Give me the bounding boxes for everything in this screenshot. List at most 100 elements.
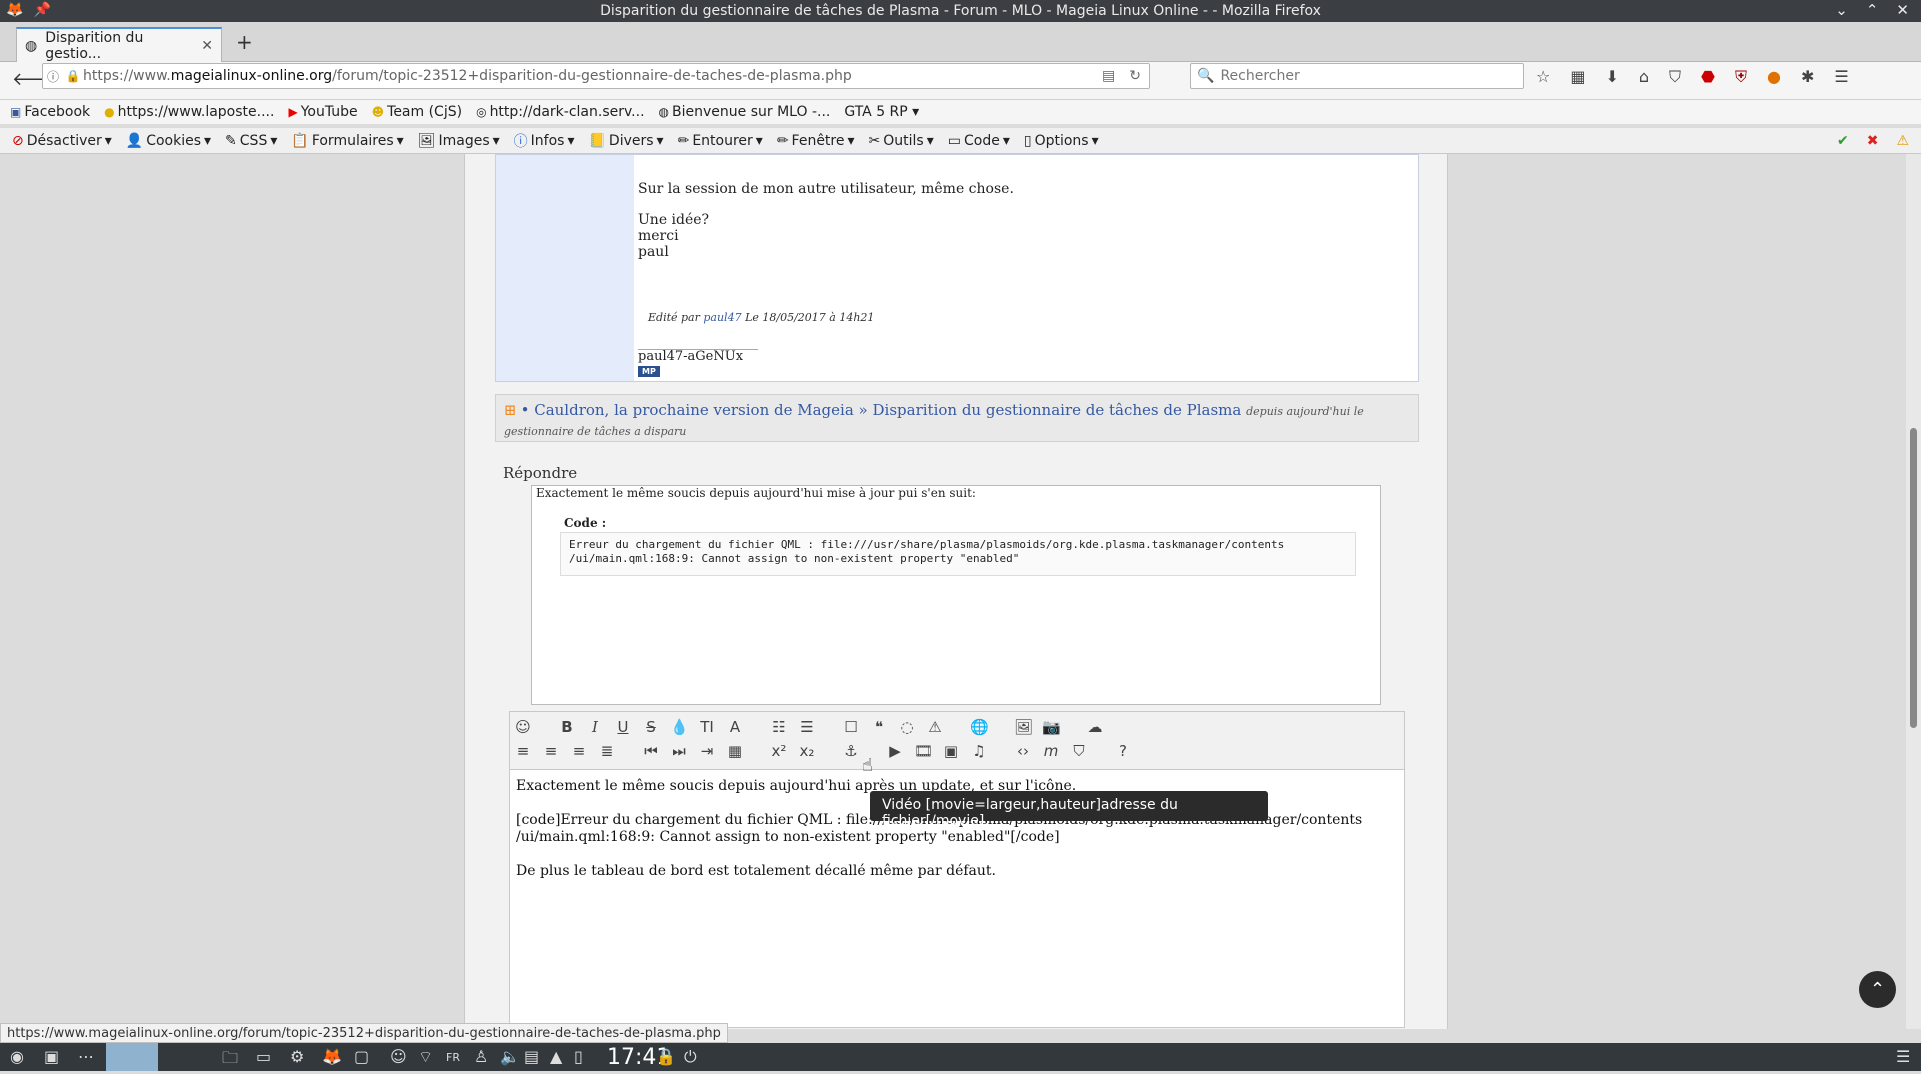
movie-icon[interactable]: 🎞 <box>914 742 933 760</box>
breadcrumb-forum[interactable]: Cauldron, la prochaine version de Mageia <box>534 401 854 419</box>
italic-icon[interactable]: I <box>586 718 604 736</box>
hide-icon[interactable]: ◌ <box>898 718 916 736</box>
dev-images[interactable]: 🖼 Images ▾ <box>418 133 500 149</box>
clipboard-icon[interactable]: ▤ <box>524 1047 539 1066</box>
keyboard-layout[interactable]: FR <box>446 1051 460 1064</box>
warning-icon[interactable]: ⚠ <box>1896 133 1909 149</box>
tab-active[interactable]: ◍ Disparition du gestio... ✕ <box>16 27 222 62</box>
dev-misc[interactable]: 📒 Divers ▾ <box>588 133 663 149</box>
align-center-icon[interactable]: ≡ <box>542 742 560 760</box>
scrollbar-thumb[interactable] <box>1910 428 1917 728</box>
scrollbar[interactable] <box>1906 154 1921 1029</box>
app-launcher-icon[interactable]: ◉ <box>10 1047 24 1066</box>
bookmark-team[interactable]: ☻ Team (CjS) <box>372 104 462 120</box>
globe-icon[interactable]: 🌐 <box>970 718 989 736</box>
discord-icon[interactable]: ☺ <box>390 1047 407 1066</box>
list-icon[interactable]: ☷ <box>770 718 788 736</box>
superscript-icon[interactable]: x² <box>770 742 788 760</box>
close-icon[interactable]: ✕ <box>1896 1 1909 19</box>
dev-infos[interactable]: ⓘ Infos ▾ <box>514 131 575 151</box>
bullet-list-icon[interactable]: ☰ <box>798 718 816 736</box>
help-icon[interactable]: ? <box>1114 742 1132 760</box>
plugin-icon[interactable]: ✱ <box>1801 67 1814 87</box>
bookmark-dark-clan[interactable]: ◎ http://dark-clan.serv... <box>476 104 644 120</box>
pocket-icon[interactable]: ⛉ <box>1669 67 1681 87</box>
table-icon[interactable]: ▦ <box>726 742 744 760</box>
math-icon[interactable]: m <box>1042 742 1060 760</box>
reader-view-icon[interactable]: ▤ <box>1102 68 1115 84</box>
dev-css[interactable]: ✎ CSS ▾ <box>225 133 277 149</box>
flash-icon[interactable]: ▶ <box>886 742 904 760</box>
scroll-to-top-button[interactable]: ⌃ <box>1859 971 1896 1008</box>
rss-icon[interactable]: ⊞ <box>504 401 517 419</box>
camera-icon[interactable]: 📷 <box>1042 718 1061 736</box>
dev-window[interactable]: ✏ Fenêtre ▾ <box>777 133 855 149</box>
indent-icon[interactable]: ⇥ <box>698 742 716 760</box>
image-icon[interactable]: 🖼 <box>1014 718 1033 736</box>
quote-icon[interactable]: ❝ <box>870 718 888 736</box>
terminal-icon[interactable]: ▭ <box>256 1047 271 1066</box>
color-icon[interactable]: 💧 <box>670 718 689 736</box>
float-right-icon[interactable]: ⏭ <box>670 742 688 760</box>
float-left-icon[interactable]: ⏮ <box>642 742 660 760</box>
extension-icon[interactable]: ● <box>1767 67 1781 87</box>
dev-options[interactable]: ▯ Options ▾ <box>1024 133 1099 149</box>
anchor-icon[interactable]: ⚓ <box>842 742 860 760</box>
pager[interactable] <box>106 1043 158 1071</box>
bookmark-gta[interactable]: GTA 5 RP ▾ <box>844 104 919 120</box>
warning-icon[interactable]: ⚠ <box>926 718 944 736</box>
tab-close-icon[interactable]: ✕ <box>201 38 213 54</box>
info-icon[interactable]: ⓘ <box>43 68 63 85</box>
search-bar[interactable]: 🔍 Rechercher <box>1190 63 1524 89</box>
justify-icon[interactable]: ≣ <box>598 742 616 760</box>
power-icon[interactable]: ⏻ <box>684 1047 697 1067</box>
strike-icon[interactable]: S <box>642 718 660 736</box>
square-icon[interactable]: ☐ <box>842 718 860 736</box>
window-icon[interactable]: ▢ <box>354 1047 369 1066</box>
youtube-icon[interactable]: ▣ <box>942 742 960 760</box>
adblock-icon[interactable]: ⬣ <box>1701 67 1715 87</box>
bookmark-mlo[interactable]: ◍ Bienvenue sur MLO -... <box>659 104 831 120</box>
library-icon[interactable]: ▦ <box>1570 67 1585 87</box>
html-icon[interactable]: ⛉ <box>1070 742 1088 760</box>
upload-icon[interactable]: ☁ <box>1086 718 1104 736</box>
bookmark-youtube[interactable]: ▶ YouTube <box>288 104 357 120</box>
dev-outline[interactable]: ✏ Entourer ▾ <box>678 133 763 149</box>
home-icon[interactable]: ⌂ <box>1639 67 1649 87</box>
settings-icon[interactable]: ⚙ <box>290 1047 304 1066</box>
bold-icon[interactable]: B <box>558 718 576 736</box>
mp-button[interactable]: MP <box>638 366 660 377</box>
wifi-icon[interactable]: ⌔ <box>418 1047 433 1067</box>
ublock-icon[interactable]: ⛨ <box>1735 67 1747 87</box>
font-icon[interactable]: A <box>726 718 744 736</box>
error-icon[interactable]: ✖ <box>1867 133 1879 149</box>
user-icon[interactable]: ♙ <box>474 1047 488 1066</box>
url-bar[interactable]: ⓘ 🔒 https://www. mageialinux-online.org/f… <box>42 63 1150 89</box>
bookmark-star-icon[interactable]: ☆ <box>1536 67 1550 87</box>
devices-icon[interactable]: ▯ <box>574 1047 583 1066</box>
dev-forms[interactable]: 📋 Formulaires ▾ <box>291 133 403 149</box>
align-right-icon[interactable]: ≡ <box>570 742 588 760</box>
taskbar-menu-icon[interactable]: ☰ <box>1896 1047 1910 1066</box>
dev-cookies[interactable]: 👤 Cookies ▾ <box>126 133 211 149</box>
maximize-icon[interactable]: ⌃ <box>1866 1 1879 19</box>
dev-tools[interactable]: ✂ Outils ▾ <box>869 133 934 149</box>
subscript-icon[interactable]: x₂ <box>798 742 816 760</box>
menu-icon[interactable]: ☰ <box>1834 67 1848 87</box>
sound-icon[interactable]: ♫ <box>970 742 988 760</box>
firefox-task-icon[interactable]: 🦊 <box>322 1047 342 1066</box>
edited-user-link[interactable]: paul47 <box>703 311 741 324</box>
check-icon[interactable]: ✔ <box>1837 133 1849 149</box>
tray-arrow-icon[interactable]: ▲ <box>550 1047 562 1066</box>
reload-icon[interactable]: ↻ <box>1129 68 1141 84</box>
lock-screen-icon[interactable]: 🔒 <box>656 1047 676 1066</box>
size-icon[interactable]: TI <box>698 718 716 736</box>
align-left-icon[interactable]: ≡ <box>514 742 532 760</box>
dev-code[interactable]: ▭ Code ▾ <box>948 133 1010 149</box>
desktop-icon[interactable]: ▣ <box>44 1047 59 1066</box>
minimize-icon[interactable]: ⌄ <box>1835 1 1848 19</box>
dev-disable[interactable]: ⊘ Désactiver ▾ <box>12 133 112 149</box>
more-icon[interactable]: ⋯ <box>78 1047 94 1066</box>
volume-icon[interactable]: 🔈 <box>500 1047 520 1066</box>
download-icon[interactable]: ⬇ <box>1605 67 1618 87</box>
